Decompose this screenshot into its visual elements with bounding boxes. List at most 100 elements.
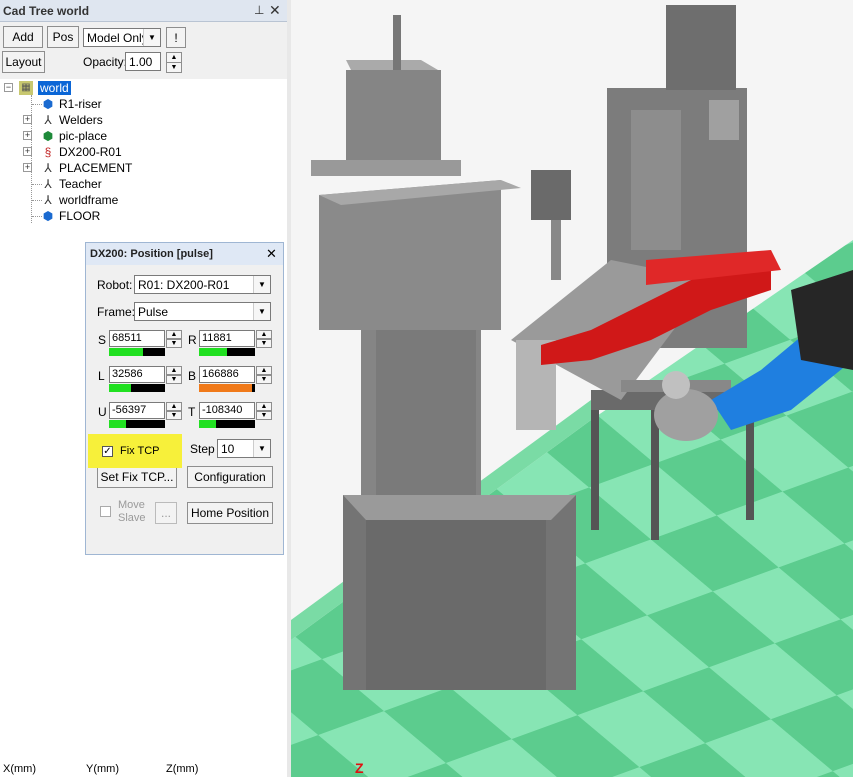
- tree-item-label: worldframe: [59, 193, 119, 207]
- scene-render: Z: [291, 0, 853, 777]
- frame-select[interactable]: Pulse ▼: [134, 302, 271, 321]
- home-position-button[interactable]: Home Position: [187, 502, 273, 524]
- tree-item-label: Teacher: [59, 177, 102, 191]
- fix-tcp-label: Fix TCP: [120, 445, 160, 457]
- tree-item-floor[interactable]: ⬢ FLOOR: [0, 208, 280, 224]
- expand-icon[interactable]: +: [23, 147, 32, 156]
- tree-item-label: PLACEMENT: [59, 161, 133, 175]
- close-icon[interactable]: ✕: [269, 2, 281, 19]
- tree-item-label: world: [38, 81, 71, 95]
- expand-icon[interactable]: +: [23, 163, 32, 172]
- axis-s-up-button[interactable]: ▲: [166, 330, 182, 339]
- view-mode-value: Model Only: [87, 30, 148, 45]
- axis-u-input[interactable]: -56397: [109, 402, 165, 419]
- axis-l-label: L: [98, 369, 105, 383]
- step-select[interactable]: 10 ▼: [217, 439, 271, 458]
- tree-item-worldframe[interactable]: ⅄ worldframe: [0, 192, 280, 208]
- opacity-label: Opacity:: [83, 55, 128, 69]
- axis-u-up-button[interactable]: ▲: [166, 402, 182, 411]
- axis-b-input[interactable]: 166886: [199, 366, 255, 383]
- tree-item-r1-riser[interactable]: ⬢ R1-riser: [0, 96, 280, 112]
- tree-item-dx200-r01[interactable]: + § DX200-R01: [0, 144, 280, 160]
- axis-r-down-button[interactable]: ▼: [256, 339, 272, 348]
- axis-s-bar: [109, 348, 165, 356]
- frame-icon: ⅄: [44, 193, 52, 207]
- chevron-down-icon: ▼: [253, 440, 270, 457]
- axis-t-bar: [199, 420, 255, 428]
- pin-icon[interactable]: ⊥: [254, 3, 264, 17]
- bang-button[interactable]: !: [166, 27, 186, 48]
- pos-button[interactable]: Pos: [47, 26, 79, 48]
- axis-b-bar: [199, 384, 255, 392]
- axis-r-bar-fill: [199, 348, 227, 356]
- axis-l-bar: [109, 384, 165, 392]
- add-button[interactable]: Add: [3, 26, 43, 48]
- axis-s-down-button[interactable]: ▼: [166, 339, 182, 348]
- tree-item-label: R1-riser: [59, 97, 102, 111]
- axis-b-up-button[interactable]: ▲: [256, 366, 272, 375]
- axis-u-bar: [109, 420, 165, 428]
- panel-title: Cad Tree world: [3, 4, 90, 18]
- tree-item-world[interactable]: − ▦ world: [0, 80, 280, 96]
- frame-icon: ⅄: [44, 161, 52, 175]
- move-slave-checkbox[interactable]: [100, 506, 111, 517]
- dialog-title-bar[interactable]: DX200: Position [pulse] ✕: [86, 243, 283, 265]
- fix-tcp-checkbox[interactable]: ✓: [102, 446, 113, 457]
- axis-b-down-button[interactable]: ▼: [256, 375, 272, 384]
- close-icon[interactable]: ✕: [266, 246, 277, 262]
- move-slave-browse-button[interactable]: ...: [155, 502, 177, 524]
- y-coord-label: Y(mm): [86, 763, 119, 775]
- position-dialog: DX200: Position [pulse] ✕ Robot: R01: DX…: [85, 242, 284, 555]
- tree-item-welders[interactable]: + ⅄ Welders: [0, 112, 280, 128]
- axis-r-input[interactable]: 11881: [199, 330, 255, 347]
- axis-u-bar-fill: [109, 420, 126, 428]
- opacity-down-button[interactable]: ▼: [166, 62, 182, 73]
- axis-t-up-button[interactable]: ▲: [256, 402, 272, 411]
- world-icon: ▦: [19, 81, 33, 95]
- axis-s-label: S: [98, 333, 107, 347]
- layout-button[interactable]: Layout: [2, 51, 45, 73]
- set-fix-tcp-button[interactable]: Set Fix TCP...: [97, 466, 177, 488]
- frame-icon: ⅄: [44, 177, 52, 191]
- configuration-button[interactable]: Configuration: [187, 466, 273, 488]
- axis-t-down-button[interactable]: ▼: [256, 411, 272, 420]
- axis-l-up-button[interactable]: ▲: [166, 366, 182, 375]
- frame-icon: ⅄: [44, 113, 52, 127]
- part-icon: ⬢: [42, 97, 54, 111]
- axis-t-input[interactable]: -108340: [199, 402, 255, 419]
- tree-item-label: DX200-R01: [59, 145, 122, 159]
- robot-value: R01: DX200-R01: [138, 277, 230, 292]
- status-bar: X(mm) Y(mm) Z(mm): [0, 760, 287, 777]
- z-axis-indicator: Z: [355, 760, 364, 776]
- view-mode-select[interactable]: Model Only ▼: [83, 28, 161, 47]
- 3d-viewport[interactable]: Z: [291, 0, 853, 777]
- opacity-input[interactable]: 1.00: [125, 52, 161, 71]
- expand-icon[interactable]: +: [23, 115, 32, 124]
- frame-value: Pulse: [138, 304, 169, 319]
- axis-s-bar-fill: [109, 348, 143, 356]
- tree-item-teacher[interactable]: ⅄ Teacher: [0, 176, 280, 192]
- move-slave-label: Move Slave: [118, 499, 146, 524]
- tree-item-placement[interactable]: + ⅄ PLACEMENT: [0, 160, 280, 176]
- z-coord-label: Z(mm): [166, 763, 199, 775]
- frame-label: Frame:: [97, 305, 136, 319]
- axis-t-bar-fill: [199, 420, 216, 428]
- step-value: 10: [221, 441, 235, 456]
- collapse-icon[interactable]: −: [4, 83, 13, 92]
- robot-select[interactable]: R01: DX200-R01 ▼: [134, 275, 271, 294]
- axis-r-up-button[interactable]: ▲: [256, 330, 272, 339]
- panel-title-bar[interactable]: Cad Tree world ⊥ ✕: [0, 0, 287, 22]
- x-coord-label: X(mm): [3, 763, 36, 775]
- expand-icon[interactable]: +: [23, 131, 32, 140]
- axis-l-down-button[interactable]: ▼: [166, 375, 182, 384]
- cad-tree-toolbar: Add Pos Model Only ▼ ! Layout Opacity: 1…: [0, 22, 287, 79]
- axis-b-bar-fill: [199, 384, 253, 392]
- tree-item-pic-place[interactable]: + ⬢ pic-place: [0, 128, 280, 144]
- dialog-title: DX200: Position [pulse]: [90, 248, 213, 260]
- chevron-down-icon: ▼: [143, 29, 160, 46]
- axis-u-down-button[interactable]: ▼: [166, 411, 182, 420]
- step-label: Step: [190, 442, 215, 456]
- axis-l-input[interactable]: 32586: [109, 366, 165, 383]
- axis-s-input[interactable]: 68511: [109, 330, 165, 347]
- robot-icon: §: [44, 145, 52, 159]
